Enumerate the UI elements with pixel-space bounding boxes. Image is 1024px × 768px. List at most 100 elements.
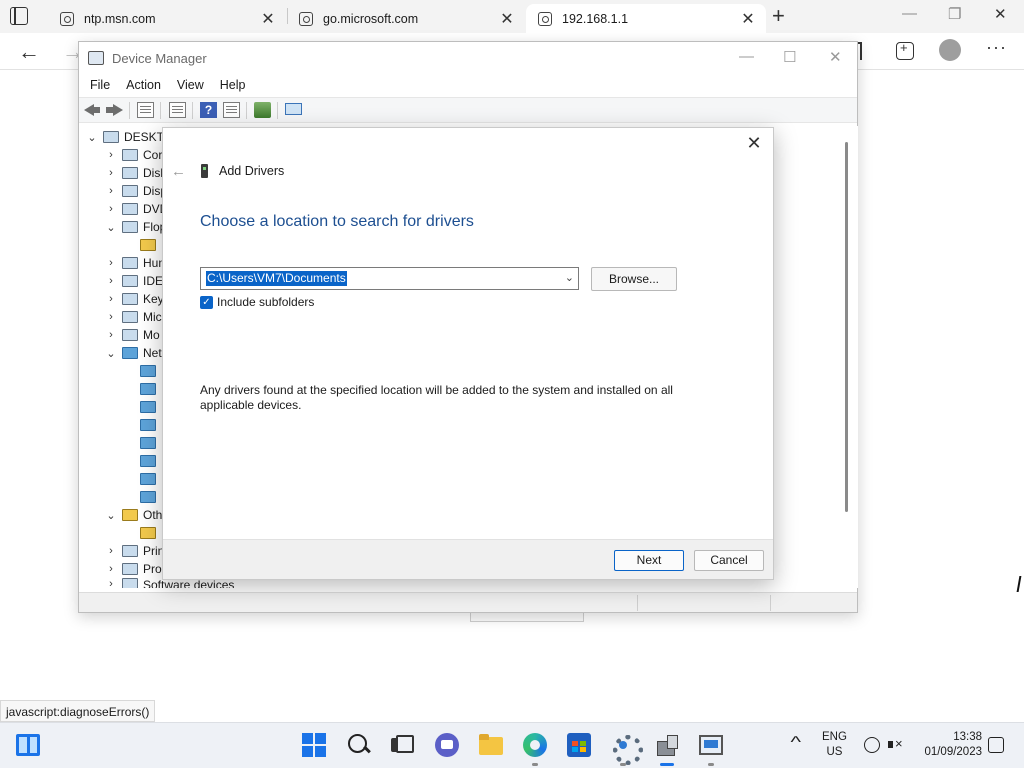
tab-ntp-msn[interactable]: ntp.msn.com ✕ [48, 4, 286, 33]
expand-chevron-icon[interactable]: › [104, 293, 118, 305]
driver-path-combobox[interactable]: C:\Users\VM7\Documents ⌄ [200, 267, 579, 290]
tree-node-keyboards[interactable]: › Key [104, 290, 164, 308]
chevron-down-icon[interactable]: ⌄ [565, 271, 574, 284]
browser-minimize-button[interactable]: — [902, 5, 917, 22]
expand-chevron-icon[interactable]: › [104, 578, 118, 588]
settings-gear-icon[interactable] [611, 733, 643, 765]
tree-node-hid[interactable]: › Hun [104, 254, 165, 272]
tree-node-display-adapters[interactable]: › Disp [104, 182, 167, 200]
tab-close-icon[interactable]: ✕ [738, 9, 758, 29]
file-explorer-icon[interactable] [479, 733, 503, 757]
tab-actions-icon[interactable] [10, 7, 28, 25]
tree-node-print-queues[interactable]: › Prin [104, 542, 164, 560]
tree-node-network-device[interactable] [122, 416, 161, 434]
forward-arrow-icon[interactable] [106, 102, 123, 118]
dm-minimize-button[interactable]: — [739, 48, 754, 65]
tree-node-network-device[interactable] [122, 470, 161, 488]
tab-close-icon[interactable]: ✕ [258, 9, 278, 29]
properties-icon[interactable] [169, 102, 186, 118]
tree-node-dvd-drives[interactable]: › DVD [104, 200, 168, 218]
browse-button[interactable]: Browse... [591, 267, 677, 291]
include-subfolders-option[interactable]: ✓ Include subfolders [200, 295, 314, 309]
microsoft-store-icon[interactable] [567, 733, 591, 757]
tree-node-network-device[interactable] [122, 434, 161, 452]
scan-hardware-icon[interactable] [285, 103, 302, 115]
expand-chevron-icon[interactable]: › [104, 329, 118, 341]
expand-chevron-icon[interactable]: › [104, 275, 118, 287]
menu-help[interactable]: Help [220, 78, 246, 92]
start-button-icon[interactable] [302, 733, 326, 757]
tree-node-monitors[interactable]: › Mo [104, 326, 160, 344]
dialog-close-button[interactable]: ✕ [743, 133, 765, 154]
expand-chevron-icon[interactable]: › [104, 167, 118, 179]
tree-node-network-device[interactable] [122, 380, 161, 398]
notification-icon[interactable] [988, 737, 1004, 753]
tree-scrollbar[interactable] [845, 142, 848, 512]
tree-node-other-devices[interactable]: ⌄ Oth [104, 506, 162, 524]
menu-action[interactable]: Action [126, 78, 161, 92]
network-globe-icon[interactable] [864, 737, 880, 753]
dialog-back-button[interactable]: ← [171, 163, 186, 180]
remote-desktop-icon[interactable] [699, 735, 723, 755]
collapse-chevron-icon[interactable]: ⌄ [104, 509, 118, 522]
collections-icon[interactable] [896, 40, 914, 60]
device-manager-taskbar-icon[interactable] [655, 733, 679, 757]
system-clock[interactable]: 13:38 01/09/2023 [914, 730, 982, 760]
expand-chevron-icon[interactable]: › [104, 311, 118, 323]
profile-avatar[interactable] [939, 39, 961, 61]
tree-node-floppy[interactable]: ⌄ Flop [104, 218, 166, 236]
driver-path-input[interactable]: C:\Users\VM7\Documents [206, 271, 347, 286]
widgets-icon[interactable] [16, 734, 40, 756]
tab-router-active[interactable]: 192.168.1.1 ✕ [526, 4, 766, 33]
cancel-button[interactable]: Cancel [694, 550, 764, 571]
browser-restore-button[interactable]: ❐ [948, 5, 961, 23]
task-view-icon[interactable] [391, 733, 415, 757]
settings-more-button[interactable]: ··· [986, 37, 1007, 58]
expand-chevron-icon[interactable]: › [104, 203, 118, 215]
tree-node-network-device[interactable] [122, 362, 161, 380]
browser-close-button[interactable]: ✕ [994, 5, 1007, 23]
tree-node-floppy-device[interactable] [122, 236, 161, 254]
tree-node-computer[interactable]: ⌄ DESKTC [85, 128, 172, 146]
tree-node-ide[interactable]: › IDE [104, 272, 163, 290]
update-driver-icon[interactable] [254, 102, 271, 118]
expand-chevron-icon[interactable]: › [104, 257, 118, 269]
tree-node-network-adapters[interactable]: ⌄ Net [104, 344, 161, 362]
tree-node-mice[interactable]: › Mic [104, 308, 162, 326]
tree-node-unknown-device[interactable] [122, 524, 161, 542]
new-tab-button[interactable]: + [772, 3, 785, 29]
expand-chevron-icon[interactable]: › [104, 185, 118, 197]
tree-node-network-device[interactable] [122, 488, 161, 506]
search-icon[interactable] [347, 733, 371, 757]
expand-chevron-icon[interactable]: › [104, 563, 118, 575]
tree-node-processors[interactable]: › Pro [104, 560, 162, 578]
dm-close-button[interactable]: ✕ [829, 48, 842, 66]
tree-node-network-device[interactable] [122, 398, 161, 416]
expand-chevron-icon[interactable]: › [104, 545, 118, 557]
expand-chevron-icon[interactable]: › [104, 149, 118, 161]
chat-icon[interactable] [435, 733, 459, 757]
collapse-chevron-icon[interactable]: ⌄ [85, 131, 99, 144]
show-hidden-icons-button[interactable]: ^ [790, 734, 801, 752]
tree-node-computer-category[interactable]: › Cor [104, 146, 162, 164]
show-hide-tree-icon[interactable] [137, 102, 154, 118]
collapse-chevron-icon[interactable]: ⌄ [104, 347, 118, 360]
menu-view[interactable]: View [177, 78, 204, 92]
tree-node-disk-drives[interactable]: › Disk [104, 164, 166, 182]
input-language-indicator[interactable]: ENG US [822, 730, 847, 760]
volume-muted-icon[interactable] [888, 736, 904, 753]
computer-icon [103, 131, 119, 143]
edge-browser-icon[interactable] [523, 733, 547, 757]
tree-node-network-device[interactable] [122, 452, 161, 470]
include-subfolders-checkbox[interactable]: ✓ [200, 295, 213, 309]
tab-close-icon[interactable]: ✕ [497, 9, 517, 29]
back-button[interactable]: ← [18, 39, 40, 65]
dm-maximize-button[interactable]: ☐ [783, 48, 796, 66]
next-button[interactable]: Next [614, 550, 684, 571]
collapse-chevron-icon[interactable]: ⌄ [104, 221, 118, 234]
back-arrow-icon[interactable] [84, 102, 101, 118]
help-icon[interactable]: ? [200, 102, 217, 118]
tab-go-microsoft[interactable]: go.microsoft.com ✕ [287, 4, 525, 33]
menu-file[interactable]: File [90, 78, 110, 92]
view-icon[interactable] [223, 102, 240, 118]
